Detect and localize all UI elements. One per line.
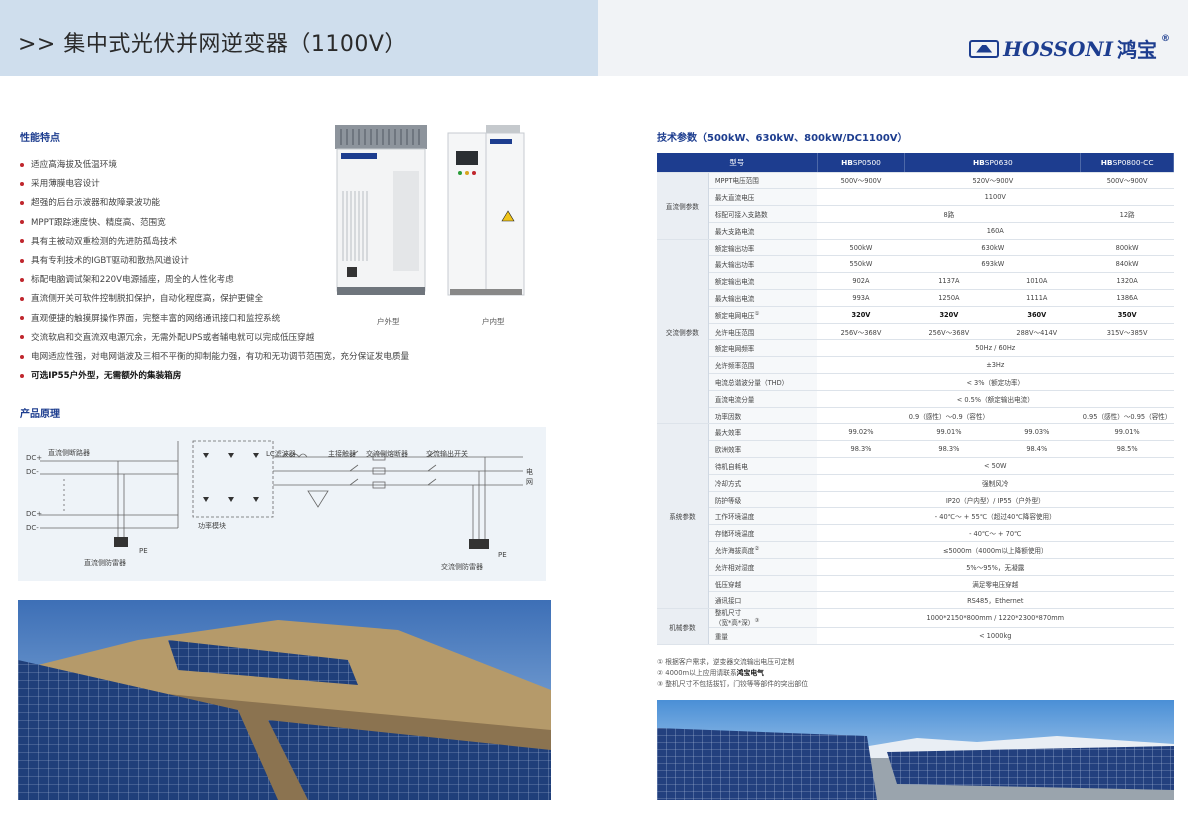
page-title: >> 集中式光伏并网逆变器（1100V） <box>18 32 407 57</box>
table-row: 允许频率范围 ±3Hz <box>657 356 1174 375</box>
ac-fuse-label: 交流侧熔断器 <box>366 450 408 458</box>
feature-highlight: 可选IP55户外型，无需额外的集装箱房 <box>20 367 409 386</box>
header-title-band: >> 集中式光伏并网逆变器（1100V） <box>0 0 598 76</box>
table-row: 防护等级 IP20（户内型）/ IP55（户外型） <box>657 491 1174 509</box>
spec-title: 技术参数（500kW、630kW、800kW/DC1100V） <box>657 133 908 144</box>
note-1: ① 根据客户需求，逆变器交流输出电压可定制 <box>657 658 795 666</box>
model-header: 型号 <box>657 153 818 173</box>
pe-label-2: PE <box>498 551 507 559</box>
power-module-label: 功率模块 <box>198 522 226 530</box>
feature-item: 交流软启和交直流双电源冗余，无需外配UPS或者辅电就可以完成低压穿越 <box>20 329 409 348</box>
feature-item: 直观便捷的触摸屏操作界面，完整丰富的网络通讯接口和监控系统 <box>20 310 409 329</box>
bullet-icon <box>20 373 24 378</box>
table-row: 交流侧参数 额定输出功率 500kW 630kW 800kW <box>657 239 1174 425</box>
indoor-cabinet-image <box>446 121 526 297</box>
table-row: 冷却方式 强制风冷 <box>657 474 1174 492</box>
solar-field-photo-right <box>657 700 1174 800</box>
dc-plus-label-1: DC+ <box>26 454 43 462</box>
table-row: 低压穿越 满足零电压穿越 <box>657 575 1174 593</box>
dc-minus-label-1: DC- <box>26 468 39 476</box>
table-row: 电流总谐波分量（THD） < 3%（额定功率） <box>657 373 1174 391</box>
table-row: 系统参数 最大效率 99.02% 99.01% 99.03% 99.01% <box>657 423 1174 610</box>
logo-registered-mark: ® <box>1161 34 1170 44</box>
note-3: ③ 整机尺寸不包括拔钉，门铰等等部件的突出部位 <box>657 680 808 688</box>
table-row: 允许相对湿度 5%～95%，无凝露 <box>657 558 1174 576</box>
pe-label-1: PE <box>139 547 148 555</box>
feature-item: 电网适应性强，对电网谐波及三相不平衡的抑制能力强，有功和无功调节范围宽，充分保证… <box>20 348 409 367</box>
table-row: 待机自耗电 < 50W <box>657 457 1174 475</box>
table-row: 最大输出功率 550kW 693kW 840kW <box>657 255 1174 274</box>
bullet-icon <box>20 335 24 340</box>
bullet-icon <box>20 316 24 321</box>
group-ac: 交流侧参数 <box>657 239 709 425</box>
logo-text-en: HOSSONI <box>1003 36 1113 61</box>
dc-minus-label-2: DC- <box>26 524 39 532</box>
model-800-header: HBSP0800-CC <box>1080 153 1174 173</box>
table-row: 额定电网频率 50Hz / 60Hz <box>657 339 1174 358</box>
table-row: 欧洲效率 98.3% 98.3% 98.4% 98.5% <box>657 440 1174 459</box>
model-500-header: HBSP0500 <box>817 153 906 173</box>
group-sys: 系统参数 <box>657 423 709 610</box>
grid-label: 电 网 <box>526 468 533 486</box>
bullet-icon <box>20 162 24 167</box>
table-row: 允许电压范围 256V～368V 256V～368V 288V～414V 315V～38… <box>657 323 1174 341</box>
table-row: 重量 < 1000kg <box>657 627 1174 646</box>
dc-plus-label-2: DC+ <box>26 510 43 518</box>
outdoor-caption: 户外型 <box>377 317 400 326</box>
table-row: 通讯接口 RS485，Ethernet <box>657 591 1174 610</box>
table-row: 存储环境温度 - 40℃～ + 70℃ <box>657 524 1174 543</box>
group-mech: 机械参数 <box>657 608 709 646</box>
bullet-icon <box>20 181 24 186</box>
group-dc: 直流侧参数 <box>657 172 709 240</box>
table-row: 标配可接入支路数 8路 12路 <box>657 205 1174 223</box>
principle-title: 产品原理 <box>20 409 60 420</box>
table-row: 机械参数 整机尺寸 （宽*高*深）③ 1000*2150*800mm / 1220*… <box>657 608 1174 646</box>
lc-filter-label: LC滤波器 <box>266 450 296 458</box>
table-row: 额定电网电压① 320V 320V 360V 350V <box>657 306 1174 324</box>
outdoor-cabinet-image <box>333 121 429 297</box>
table-row: 允许海拔高度② ≤5000m（4000m以上降额使用） <box>657 541 1174 559</box>
ac-switch-label: 交流输出开关 <box>426 450 468 458</box>
spec-notes: ① 根据客户需求，逆变器交流输出电压可定制 ② 4000m以上应用请联系鸿宝电气… <box>657 657 808 690</box>
logo-icon <box>969 39 1000 58</box>
table-row: 额定输出电流 902A 1137A 1010A 1320A <box>657 272 1174 291</box>
logo-text-cn: 鸿宝 <box>1117 38 1157 62</box>
bullet-icon <box>20 277 24 282</box>
bullet-icon <box>20 239 24 244</box>
table-row: 工作环境温度 - 40℃～ + 55℃（超过40℃降容使用） <box>657 507 1174 526</box>
model-630-header: HBSP0630 <box>904 153 1082 173</box>
table-row: 最大输出电流 993A 1250A 1111A 1386A <box>657 289 1174 307</box>
bullet-icon <box>20 354 24 359</box>
note-2: ② 4000m以上应用请联系鸿宝电气 <box>657 669 764 677</box>
spec-table: 型号 HBSP0500 HBSP0630 HBSP0800-CC 直流侧参数 MP… <box>657 153 1174 646</box>
solar-field-photo-left <box>18 600 551 800</box>
table-row: 最大支路电流 160A <box>657 222 1174 240</box>
bullet-icon <box>20 200 24 205</box>
spec-header-row: 型号 HBSP0500 HBSP0630 HBSP0800-CC <box>657 153 1174 173</box>
ac-spd-label: 交流侧防雷器 <box>441 563 483 571</box>
indoor-caption: 户内型 <box>482 317 505 326</box>
bullet-icon <box>20 258 24 263</box>
principle-diagram: DC+ DC- DC+ DC- 直流侧断路器 LC滤波器 主接触器 交流侧熔断器… <box>18 427 546 581</box>
header-logo-band: HOSSONI 鸿宝 ® <box>598 0 1188 76</box>
contactor-label: 主接触器 <box>328 450 356 458</box>
table-row: 功率因数 0.9（感性）～0.9（容性） 0.95（感性）～0.95（容性） <box>657 407 1174 425</box>
features-title: 性能特点 <box>20 133 60 144</box>
bullet-icon <box>20 220 24 225</box>
dc-breaker-label: 直流侧断路器 <box>48 449 90 457</box>
table-row: 直流侧参数 MPPT电压范围 500V～900V 520V～900V 500V～900V <box>657 172 1174 240</box>
hossoni-logo: HOSSONI 鸿宝 ® <box>969 34 1170 63</box>
table-row: 最大直流电压 1100V <box>657 188 1174 207</box>
bullet-icon <box>20 296 24 301</box>
table-row: 直流电流分量 < 0.5%（额定输出电流） <box>657 390 1174 408</box>
dc-spd-label: 直流侧防雷器 <box>84 559 126 567</box>
